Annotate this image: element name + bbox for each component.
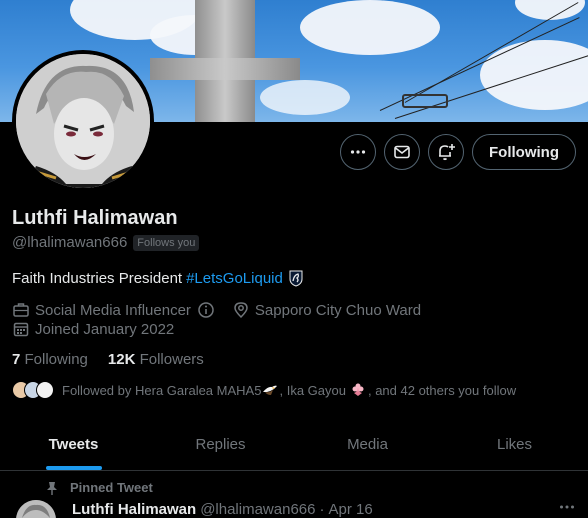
tweet-avatar[interactable] [16,500,56,518]
followed-by-avatars [12,381,54,399]
pin-icon [47,481,57,495]
location-pin-icon [234,302,248,319]
tab-media[interactable]: Media [294,418,441,470]
calendar-icon [13,322,29,337]
liquid-horse-icon [289,270,303,287]
following-button[interactable]: Following [472,134,576,170]
profile-tabs: Tweets Replies Media Likes [0,418,588,471]
following-link[interactable]: 7 Following [12,351,88,368]
tweet-dot: · [319,501,325,518]
handle-row: @lhalimawan666 Follows you [12,234,200,251]
mini-avatar [36,381,54,399]
more-icon [350,150,366,154]
bio-hashtag-link[interactable]: #LetsGoLiquid [186,270,283,287]
follows-you-badge: Follows you [133,234,200,251]
active-tab-indicator [45,466,102,470]
tab-replies[interactable]: Replies [147,418,294,470]
tab-tweets[interactable]: Tweets [0,418,147,470]
notifications-button[interactable] [428,134,465,170]
profile-bio: Faith Industries President #LetsGoLiquid [12,269,305,287]
envelope-icon [394,145,410,159]
followed-by-prefix: Followed by [62,382,132,398]
briefcase-icon [13,303,29,317]
bio-text: Faith Industries President [12,269,183,287]
tab-likes[interactable]: Likes [441,418,588,470]
pinned-tweet-label: Pinned Tweet [46,480,153,495]
profile-category: Social Media Influencer [35,301,191,319]
avatar-image [16,54,150,188]
followers-link[interactable]: 12K Followers [108,351,204,368]
profile-actions: Following [340,134,576,170]
bell-plus-icon [439,144,456,161]
followed-by-sep: , [279,382,284,398]
profile-joined: Joined January 2022 [35,320,175,338]
tweet-date[interactable]: Apr 16 [328,501,372,518]
tweet-more-button[interactable] [558,498,576,518]
tweet-author-name[interactable]: Luthfi Halimawan [72,501,196,518]
tweet-header: Luthfi Halimawan @lhalimawan666 · Apr 16 [72,501,373,518]
profile-name: Luthfi Halimawan [12,207,178,229]
profile-handle: @lhalimawan666 [12,234,128,251]
profile-avatar[interactable] [12,50,154,192]
flower-emoji-icon [352,383,364,396]
profile-meta-row: Social Media Influencer Sapporo City Chu… [12,301,421,319]
more-button[interactable] [340,134,377,170]
more-icon [560,505,574,509]
followed-by-user1: Hera Garalea MAHA5 [135,382,262,398]
info-icon[interactable] [197,301,215,319]
follow-counts: 7 Following 12K Followers [12,351,204,368]
tweet-author-handle[interactable]: @lhalimawan666 [200,501,315,518]
profile-joined-row: Joined January 2022 [12,320,174,338]
eagle-emoji-icon [263,385,278,395]
message-button[interactable] [384,134,421,170]
followed-by-user2: Ika Gayou [286,382,346,398]
tweet-avatar-image [16,500,56,518]
followed-by-suffix: , and 42 others you follow [367,382,517,398]
profile-location: Sapporo City Chuo Ward [254,301,422,319]
followed-by-row[interactable]: Followed by Hera Garalea MAHA5 , Ika Gay… [12,381,516,399]
